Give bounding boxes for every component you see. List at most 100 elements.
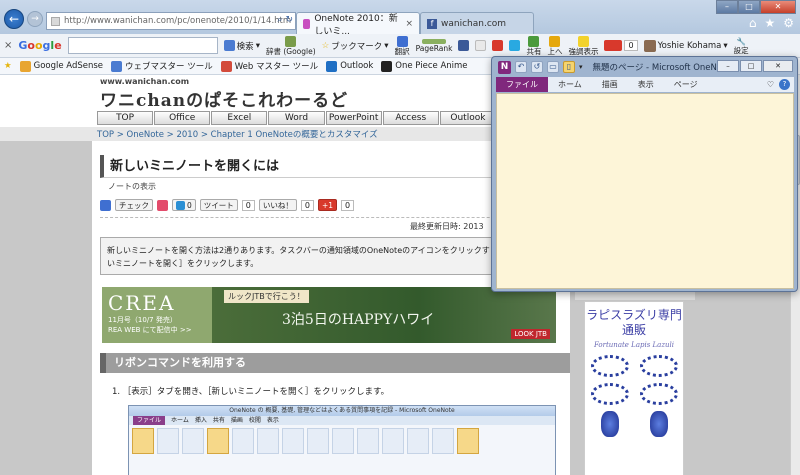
nav-office[interactable]: Office <box>154 111 211 125</box>
google-search-input[interactable] <box>67 37 218 54</box>
dictionary-button[interactable]: 辞書 (Google) <box>266 35 316 56</box>
tab-draw[interactable]: 描画 <box>592 77 628 92</box>
bracelet-image[interactable] <box>590 355 629 377</box>
share-button[interactable]: 共有 <box>526 35 541 56</box>
favorites-star-icon[interactable]: ★ <box>4 61 12 71</box>
favorite-item[interactable]: One Piece Anime <box>381 60 468 72</box>
settings-button[interactable]: 🔧 設定 <box>734 37 749 55</box>
nav-excel[interactable]: Excel <box>211 111 268 125</box>
ribbon-button-icon <box>307 428 329 454</box>
close-window-button[interactable]: ✕ <box>760 0 796 14</box>
nav-outlook[interactable]: Outlook <box>439 111 496 125</box>
minimize-button[interactable]: – <box>716 0 738 14</box>
tab-view[interactable]: 表示 <box>628 77 664 92</box>
pendant-image[interactable] <box>649 411 668 437</box>
up-button[interactable]: 上へ <box>547 35 562 56</box>
tab-file[interactable]: ファイル <box>496 77 548 92</box>
webmaster-icon <box>111 60 123 72</box>
ad-web-link: REA WEB にて配信中 >> <box>108 326 192 334</box>
back-icon[interactable]: ↶ <box>515 61 527 73</box>
favorite-item[interactable]: Google AdSense <box>19 60 103 72</box>
favorite-item[interactable]: ウェブマスター ツール <box>111 60 213 72</box>
nav-access[interactable]: Access <box>382 111 439 125</box>
tab-page[interactable]: ページ <box>664 77 708 92</box>
ribbon-button-icon <box>382 428 404 454</box>
wrench-icon: 🔧 <box>736 36 746 46</box>
ribbon-button-icon <box>132 428 154 454</box>
back-button[interactable]: ← <box>4 9 24 29</box>
close-button[interactable]: ✕ <box>763 60 793 72</box>
user-account[interactable]: Yoshie Kohama ▾ <box>643 39 728 52</box>
expand-ribbon-icon[interactable]: ♡ <box>767 80 774 89</box>
bracelet-image[interactable] <box>639 355 678 377</box>
minimize-button[interactable]: – <box>717 60 739 72</box>
ad-banner[interactable]: CREA 11月号（10/7 発売） REA WEB にて配信中 >> ルックJ… <box>102 287 556 343</box>
forward-button[interactable]: → <box>27 11 43 27</box>
highlight-button[interactable]: 強調表示 <box>568 35 598 56</box>
google-logo: Google <box>18 39 62 52</box>
tab-onenote[interactable]: OneNote 2010：新しいミ... × <box>296 12 420 37</box>
maximize-button[interactable]: □ <box>740 60 762 72</box>
qat-dropdown-icon[interactable]: ▾ <box>579 63 583 71</box>
bookmark-icon[interactable] <box>475 40 487 51</box>
close-toolbar-icon[interactable]: × <box>4 40 12 51</box>
search-icon[interactable]: ⌕ <box>277 15 282 25</box>
new-mini-note-icon[interactable]: ▯ <box>563 61 575 73</box>
ad-headline: 3泊5日のHAPPYハワイ <box>282 312 435 328</box>
pendant-image[interactable] <box>600 411 619 437</box>
breadcrumb[interactable]: TOP > OneNote > 2010 > Chapter 1 OneNote… <box>97 128 378 140</box>
google-plus-icon[interactable] <box>492 40 504 51</box>
like-button[interactable]: いいね！ <box>258 199 297 211</box>
bookmarks-button[interactable]: ☆ ブックマーク ▾ <box>322 40 389 52</box>
arrow-left-icon: ← <box>8 12 20 26</box>
maximize-button[interactable]: □ <box>738 0 760 14</box>
tweet-button[interactable]: ツイート <box>199 199 238 211</box>
dock-icon[interactable]: ▭ <box>547 61 559 73</box>
product-row <box>585 355 683 377</box>
nav-powerpoint[interactable]: PowerPoint <box>325 111 382 125</box>
folder-up-icon <box>549 35 561 47</box>
plusone-button[interactable]: +1 <box>317 199 338 211</box>
bracelet-image[interactable] <box>639 383 678 405</box>
url-text: http://www.wanichan.com/pc/onenote/2010/… <box>64 16 292 26</box>
twitter-icon[interactable] <box>509 40 521 51</box>
tab-wanichan[interactable]: f wanichan.com <box>420 12 534 34</box>
nav-word[interactable]: Word <box>268 111 325 125</box>
site-logo[interactable]: ワニchanのぱそこれわーるど <box>100 86 348 111</box>
site-domain: www.wanichan.com <box>100 77 190 86</box>
plusone-button[interactable]: 0 <box>604 40 638 51</box>
home-icon[interactable]: ⌂ <box>749 16 757 30</box>
refresh-icon[interactable]: ↻ <box>285 15 293 25</box>
sidebar-ad[interactable]: ラピスラズリ専門通販 Fortunate Lapis Lazuli <box>584 301 684 475</box>
tab-home[interactable]: ホーム <box>548 77 592 92</box>
avatar <box>643 39 656 52</box>
undo-icon[interactable]: ↺ <box>531 61 543 73</box>
search-button[interactable]: 検索 ▾ <box>223 40 260 52</box>
google-bookmark-icon[interactable] <box>100 199 111 211</box>
highlighter-icon <box>577 35 589 47</box>
close-icon[interactable]: × <box>405 19 413 29</box>
browser-icons: ⌂ ★ ⚙ <box>749 16 794 30</box>
address-bar[interactable]: http://www.wanichan.com/pc/onenote/2010/… <box>46 12 296 30</box>
facebook-icon[interactable] <box>458 40 470 51</box>
favorite-item[interactable]: Web マスター ツール <box>220 60 318 72</box>
translate-button[interactable]: 翻訳 <box>395 35 410 56</box>
translate-icon <box>396 35 408 47</box>
favorites-star-icon[interactable]: ★ <box>764 16 775 30</box>
nav-top[interactable]: TOP <box>97 111 154 125</box>
site-nav: TOP Office Excel Word PowerPoint Access … <box>97 111 497 125</box>
bracelet-image[interactable] <box>590 383 629 405</box>
gear-icon[interactable]: ⚙ <box>783 16 794 30</box>
screenshot-title: OneNote の 概要, 基礎, 管理などはよくある質問事項を記録 - Mic… <box>129 406 555 416</box>
ad-issue: 11月号（10/7 発売） <box>108 316 177 324</box>
product-row <box>585 411 683 437</box>
hatena-button[interactable]: 0 <box>172 199 196 211</box>
onenote-page-canvas[interactable] <box>496 93 794 289</box>
like-count: 0 <box>300 199 314 211</box>
favorite-item[interactable]: Outlook <box>326 60 373 72</box>
pagerank-indicator: PageRank <box>416 38 452 53</box>
help-icon[interactable]: ? <box>779 79 790 90</box>
check-button[interactable]: チェック <box>115 199 153 211</box>
screenshot-tabs: ファイル ホーム 挿入 共有 描画 校閲 表示 <box>129 416 555 425</box>
social-icon[interactable] <box>157 199 168 211</box>
